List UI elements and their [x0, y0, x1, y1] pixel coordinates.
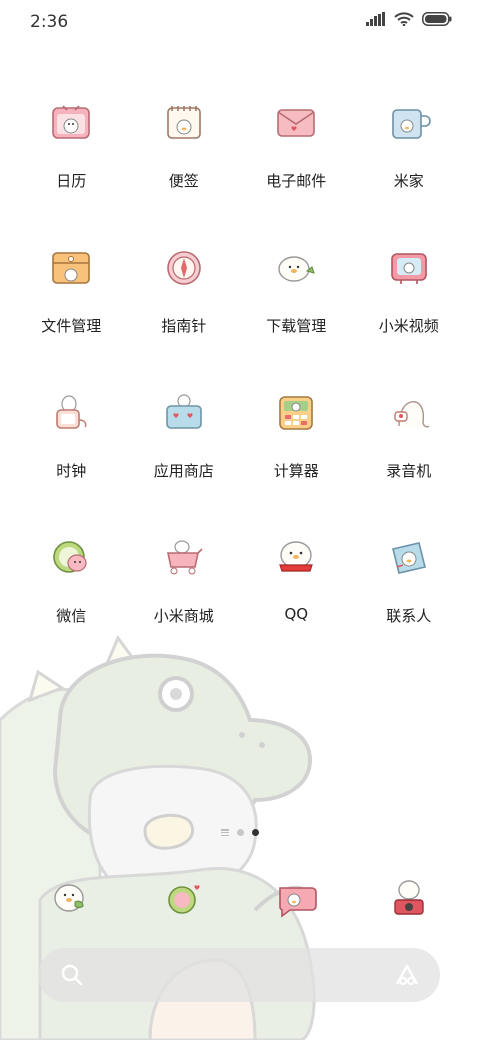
app-file-manager[interactable]: 文件管理 — [15, 237, 128, 336]
notes-icon — [154, 92, 214, 152]
app-mi-video[interactable]: 小米视频 — [353, 237, 466, 336]
status-icons — [366, 12, 452, 26]
wechat-icon — [41, 527, 101, 587]
app-download-manager[interactable]: 下载管理 — [240, 237, 353, 336]
dock-phone[interactable] — [15, 868, 128, 928]
app-label: 电子邮件 — [266, 172, 327, 190]
app-calendar[interactable]: 日历 — [15, 92, 128, 191]
app-label: 下载管理 — [266, 317, 327, 335]
app-wechat[interactable]: 微信 — [15, 527, 128, 626]
clock-icon — [41, 382, 101, 442]
mi-video-icon — [379, 237, 439, 297]
camera-icon — [379, 868, 439, 928]
app-label: 日历 — [56, 172, 87, 190]
app-contacts[interactable]: 联系人 — [353, 527, 466, 626]
contacts-icon — [379, 527, 439, 587]
app-label: 小米商城 — [153, 607, 214, 625]
calculator-icon — [266, 382, 326, 442]
app-store-icon — [154, 382, 214, 442]
dock — [15, 868, 465, 928]
app-email[interactable]: 电子邮件 — [240, 92, 353, 191]
app-label: 录音机 — [386, 462, 432, 480]
calendar-icon — [41, 92, 101, 152]
app-label: 文件管理 — [41, 317, 102, 335]
app-notes[interactable]: 便签 — [128, 92, 241, 191]
app-mi-store[interactable]: 小米商城 — [128, 527, 241, 626]
app-label: 应用商店 — [153, 462, 214, 480]
battery-icon — [422, 12, 452, 26]
wifi-icon — [394, 12, 414, 26]
app-label: 时钟 — [56, 462, 87, 480]
qq-icon — [266, 527, 326, 587]
app-clock[interactable]: 时钟 — [15, 382, 128, 481]
page-dot-active — [252, 829, 259, 836]
home-pages-indicator — [221, 829, 229, 836]
app-label: 联系人 — [386, 607, 432, 625]
app-app-store[interactable]: 应用商店 — [128, 382, 241, 481]
app-label: 米家 — [393, 172, 424, 190]
search-bar[interactable] — [38, 948, 440, 1002]
browser-icon — [266, 868, 326, 928]
recorder-icon — [379, 382, 439, 442]
compass-icon — [154, 237, 214, 297]
app-label: QQ — [284, 605, 309, 623]
dock-camera[interactable] — [353, 868, 466, 928]
app-label: 指南针 — [161, 317, 207, 335]
dock-messages[interactable] — [128, 868, 241, 928]
status-time: 2:36 — [30, 12, 69, 32]
app-grid: 日历 便签 电子邮件 米家 文件管理 指南针 下载管理 小米视频 时钟 应用商店… — [15, 92, 465, 626]
page-indicator[interactable] — [0, 829, 480, 836]
download-manager-icon — [266, 237, 326, 297]
email-icon — [266, 92, 326, 152]
app-label: 微信 — [56, 607, 87, 625]
app-label: 便签 — [168, 172, 199, 190]
dock-browser[interactable] — [240, 868, 353, 928]
file-manager-icon — [41, 237, 101, 297]
status-bar: 2:36 — [0, 0, 480, 44]
assistant-icon[interactable] — [394, 962, 420, 992]
search-icon[interactable] — [60, 963, 84, 991]
app-qq[interactable]: QQ — [240, 527, 353, 626]
app-mi-home[interactable]: 米家 — [353, 92, 466, 191]
app-label: 计算器 — [273, 462, 319, 480]
page-dot — [237, 829, 244, 836]
app-calculator[interactable]: 计算器 — [240, 382, 353, 481]
app-recorder[interactable]: 录音机 — [353, 382, 466, 481]
mi-home-icon — [379, 92, 439, 152]
mi-store-icon — [154, 527, 214, 587]
app-compass[interactable]: 指南针 — [128, 237, 241, 336]
app-label: 小米视频 — [378, 317, 439, 335]
signal-bars-icon — [366, 12, 385, 26]
messages-icon — [154, 868, 214, 928]
phone-icon — [41, 868, 101, 928]
